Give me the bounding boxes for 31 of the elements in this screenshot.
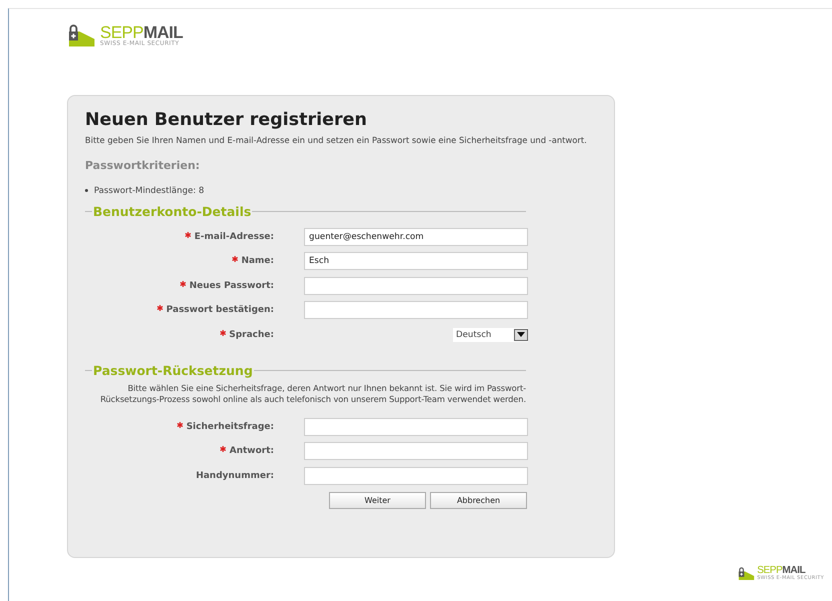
logo-text: SEPPMAIL [100,24,183,41]
lock-icon [736,566,755,580]
field-label: Handynummer: [196,470,274,481]
logo-text: SEPPMAIL [757,566,806,576]
field-label: Sprache: [229,330,274,340]
field-label: Passwort bestätigen: [166,305,274,316]
input-field[interactable]: guenter@eschenwehr.com [304,228,528,246]
intro-text: Bitte geben Sie Ihren Namen und E-mail-Adresse ein und setzen ein Passwort sowie eine Sicherheitsfrage und -antwort. [85,136,588,146]
page-title: Neuen Benutzer registrieren [85,110,368,130]
input-field[interactable] [304,466,528,485]
field-label: Neues Passwort: [189,280,274,291]
input-field[interactable] [304,418,528,436]
section-legend: Benutzerkonto-Details [92,204,252,219]
field-label: E-mail-Adresse: [194,232,274,242]
field-label: Sicherheitsfrage: [186,422,274,432]
criteria-heading: Passwortkriterien: [85,158,201,172]
section-legend: Passwort-Rücksetzung [92,363,254,378]
field-label: Antwort: [229,446,274,456]
bullet-icon [85,189,88,192]
input-field[interactable]: Esch [304,252,528,270]
language-select[interactable]: Deutsch [453,328,528,342]
dropdown-icon [517,332,525,338]
next-button[interactable]: Weiter [329,492,426,510]
input-field[interactable] [304,442,528,460]
criteria-item: Passwort-Mindestlänge: 8 [94,186,204,196]
input-field[interactable] [304,301,528,320]
lock-icon [66,24,96,47]
cancel-button[interactable]: Abbrechen [430,492,527,510]
section-note: Bitte wählen Sie eine Sicherheitsfrage, deren Antwort nur Ihnen bekannt ist. Sie wird im Passwort-Rücksetzungs-Prozess sowohl online als auch telefonisch von unserem Support-Team verwendet werden. [99,383,526,405]
field-label: Name: [241,256,274,266]
input-field[interactable] [304,276,528,295]
